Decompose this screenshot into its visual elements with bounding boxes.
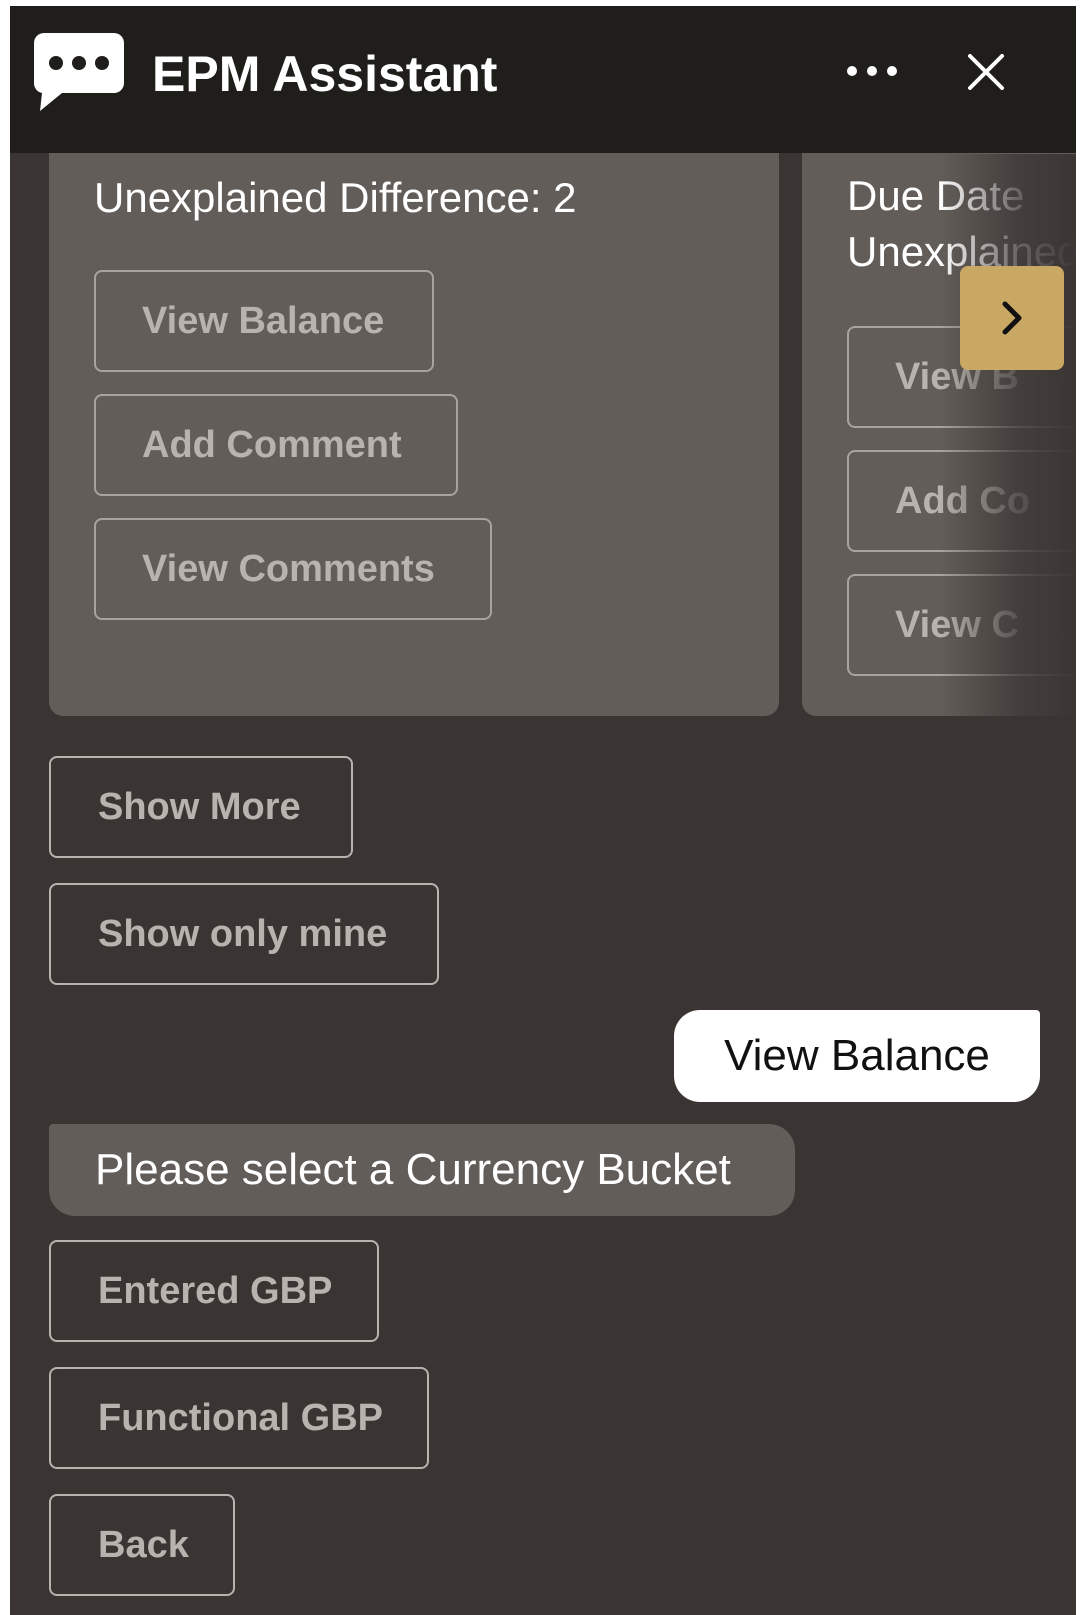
show-more-button[interactable]: Show More — [49, 756, 353, 858]
card-detail-line: Unexplained Difference: 2 — [94, 174, 577, 221]
chevron-right-icon — [1002, 301, 1022, 335]
header-bar: EPM Assistant — [10, 6, 1076, 153]
bot-message-bubble: Please select a Currency Bucket — [49, 1124, 795, 1216]
close-icon — [968, 54, 1004, 90]
reconciliation-card: Unexplained Difference: 2 View Balance A… — [49, 126, 779, 716]
add-comment-button[interactable]: Add Comment — [94, 394, 458, 496]
functional-gbp-button[interactable]: Functional GBP — [49, 1367, 429, 1469]
more-icon — [847, 66, 897, 76]
assistant-title: EPM Assistant — [152, 46, 498, 102]
close-button[interactable] — [956, 42, 1016, 102]
assistant-window: EPM Assistant Unexplained Difference: 2 … — [10, 6, 1076, 1615]
show-only-mine-button[interactable]: Show only mine — [49, 883, 439, 985]
chat-bubble-icon — [34, 33, 124, 111]
view-balance-button[interactable]: View Balance — [94, 270, 434, 372]
user-message-bubble: View Balance — [674, 1010, 1040, 1102]
view-comments-button[interactable]: View Comments — [94, 518, 492, 620]
more-options-button[interactable] — [840, 46, 904, 96]
carousel-next-button[interactable] — [960, 266, 1064, 370]
back-button[interactable]: Back — [49, 1494, 235, 1596]
carousel-fade-overlay — [940, 154, 1076, 724]
entered-gbp-button[interactable]: Entered GBP — [49, 1240, 379, 1342]
